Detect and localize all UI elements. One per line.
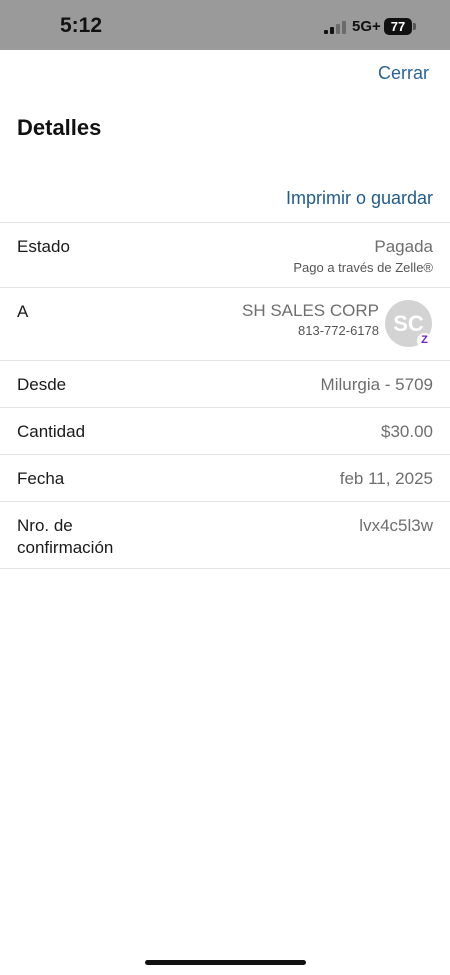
payment-method-text: Pago a través de Zelle® (293, 260, 433, 275)
zelle-icon: Z (417, 333, 432, 348)
row-label: Nro. de confirmación (17, 515, 157, 559)
amount-value: $30.00 (381, 422, 433, 441)
page-title: Detalles (17, 115, 102, 140)
confirmation-number-value: lvx4c5l3w (359, 516, 433, 535)
status-bar: 5:12 5G+ 77 (0, 0, 450, 50)
battery-cap (413, 23, 416, 30)
row-label: Cantidad (17, 422, 86, 441)
status-value: Pagada (374, 237, 433, 256)
detail-row-cantidad: Cantidad $30.00 (0, 407, 450, 454)
detail-row-recipient: A SH SALES CORP 813-772-6178 SC Z (0, 287, 450, 360)
row-label-line1: Nro. de (17, 516, 73, 535)
recipient-name: SH SALES CORP (242, 301, 379, 320)
home-indicator[interactable] (145, 960, 306, 965)
detail-row-fecha: Fecha feb 11, 2025 (0, 454, 450, 501)
close-button[interactable]: Cerrar (378, 63, 429, 84)
detail-row-desde: Desde Milurgia - 5709 (0, 360, 450, 407)
detail-row-estado: Estado Pagada Pago a través de Zelle® (0, 222, 450, 287)
date-value: feb 11, 2025 (339, 469, 433, 488)
print-or-save-link[interactable]: Imprimir o guardar (286, 188, 433, 209)
status-time: 5:12 (60, 14, 103, 37)
cellular-signal-icon (324, 21, 346, 34)
row-label-line2: confirmación (17, 538, 114, 557)
battery-icon: 77 (384, 18, 412, 35)
row-label: Desde (17, 375, 67, 394)
row-label: Fecha (17, 469, 65, 488)
row-label: A (17, 302, 29, 321)
source-account-value: Milurgia - 5709 (320, 375, 433, 394)
details-list: Estado Pagada Pago a través de Zelle® A … (0, 222, 450, 569)
row-label: Estado (17, 237, 70, 256)
network-type: 5G+ (352, 18, 381, 35)
detail-row-confirmacion: Nro. de confirmación lvx4c5l3w (0, 501, 450, 569)
recipient-phone: 813-772-6178 (298, 323, 379, 338)
